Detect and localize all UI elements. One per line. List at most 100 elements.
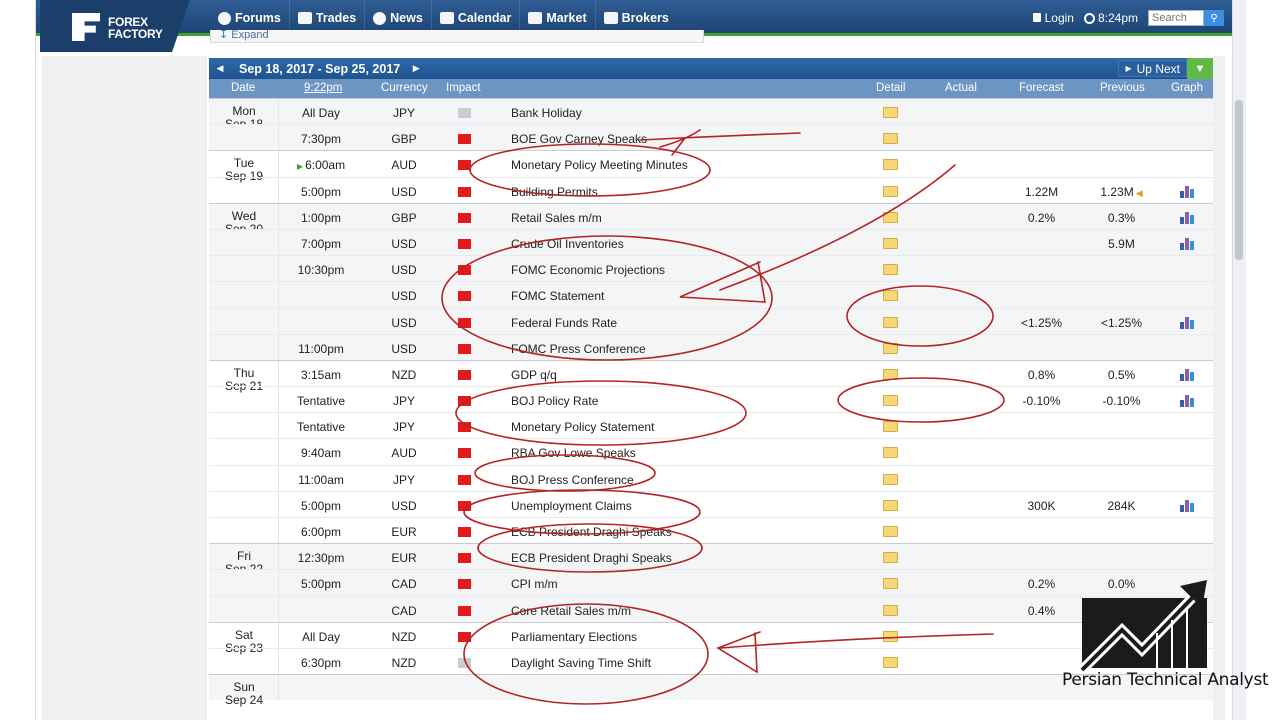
high-impact-icon[interactable] [458,500,471,511]
table-row[interactable]: 5:00pm USD Unemployment Claims 300K 284K [209,490,1213,517]
detail-folder-icon[interactable] [883,133,898,145]
row-event[interactable]: GDP q/q [511,368,557,382]
detail-folder-icon[interactable] [883,342,898,354]
row-event[interactable]: Building Permits [511,185,598,199]
table-row[interactable]: Tue Sep 19 ▶ 6:00am AUD Monetary Policy Meeti… [209,150,1213,183]
detail-folder-icon[interactable] [883,290,898,302]
detail-folder-icon[interactable] [883,473,898,485]
high-impact-icon[interactable] [458,605,471,616]
high-impact-icon[interactable] [458,369,471,380]
row-event[interactable]: ECB President Draghi Speaks [511,525,672,539]
detail-folder-icon[interactable] [883,630,898,642]
row-event[interactable]: FOMC Statement [511,289,604,303]
detail-folder-icon[interactable] [883,552,898,564]
table-row[interactable]: USD Federal Funds Rate <1.25% <1.25% [209,307,1213,334]
detail-folder-icon[interactable] [883,447,898,459]
high-impact-icon[interactable] [458,527,471,537]
detail-folder-icon[interactable] [883,499,898,511]
table-row[interactable]: Tentative JPY Monetary Policy Statement [209,412,1213,439]
graph-icon[interactable] [1180,316,1196,329]
table-row[interactable]: 11:00am JPY BOJ Press Conference [209,464,1213,491]
row-event[interactable]: CPI m/m [511,577,558,591]
detail-folder-icon[interactable] [883,264,898,276]
site-logo[interactable]: FOREX FACTORY [40,0,190,52]
high-impact-icon[interactable] [458,579,471,590]
high-impact-icon[interactable] [458,474,471,485]
row-event[interactable]: BOE Gov Carney Speaks [511,132,647,146]
row-event[interactable]: FOMC Economic Projections [511,263,665,277]
high-impact-icon[interactable] [458,186,471,197]
detail-folder-icon[interactable] [883,526,898,537]
col-time[interactable]: 9:22pm [304,82,342,94]
high-impact-icon[interactable] [458,343,471,354]
high-impact-icon[interactable] [458,265,471,276]
high-impact-icon[interactable] [458,291,471,302]
row-event[interactable]: RBA Gov Lowe Speaks [511,446,636,460]
row-event[interactable]: Retail Sales m/m [511,211,602,225]
row-event[interactable]: Unemployment Claims [511,499,632,513]
table-row[interactable]: FriSep 2212:30pmEURECB President Draghi … [209,543,1213,576]
high-impact-icon[interactable] [458,631,471,642]
table-row[interactable]: WedSep 201:00pmGBPRetail Sales m/m0.2%0.… [209,202,1213,235]
detail-folder-icon[interactable] [883,237,898,249]
login-link[interactable]: Login [1032,11,1074,25]
detail-folder-icon[interactable] [883,185,898,197]
row-event[interactable]: Crude Oil Inventories [511,237,624,251]
revision-flag-icon[interactable]: ◀ [1136,188,1143,198]
graph-icon[interactable] [1180,211,1196,224]
row-event[interactable]: Bank Holiday [511,106,582,120]
high-impact-icon[interactable] [458,396,471,407]
table-row[interactable]: Thu Sep 21 3:15am NZD GDP q/q 0.8% 0.5% [209,359,1213,392]
detail-folder-icon[interactable] [883,421,898,433]
row-event[interactable]: BOJ Policy Rate [511,394,598,408]
row-event[interactable]: ECB President Draghi Speaks [511,551,672,565]
row-event[interactable]: BOJ Press Conference [511,473,634,487]
detail-folder-icon[interactable] [883,368,898,380]
holiday-impact-icon[interactable] [458,108,471,118]
filter-button[interactable]: ▼ [1187,58,1213,79]
prev-week-button[interactable]: ◀ [209,63,231,74]
expand-toggle[interactable]: ↧ Expand [210,30,704,43]
table-row[interactable]: 11:00pm USD FOMC Press Conference [209,333,1213,360]
detail-folder-icon[interactable] [883,578,898,590]
graph-icon[interactable] [1180,185,1196,198]
up-next-button[interactable]: ▶ Up Next [1118,60,1187,77]
table-row[interactable]: 9:40am AUD RBA Gov Lowe Speaks [209,438,1213,465]
high-impact-icon[interactable] [458,134,471,145]
detail-folder-icon[interactable] [883,211,898,223]
graph-icon[interactable] [1180,368,1196,381]
row-event[interactable]: Parliamentary Elections [511,630,637,644]
next-week-button[interactable]: ▶ [408,63,424,74]
row-event[interactable]: Core Retail Sales m/m [511,604,631,618]
row-event[interactable]: Monetary Policy Meeting Minutes [511,158,688,172]
detail-folder-icon[interactable] [883,159,898,171]
table-row[interactable]: Tentative JPY BOJ Policy Rate -0.10% -0.10% [209,386,1213,413]
row-event[interactable]: Monetary Policy Statement [511,420,654,434]
detail-folder-icon[interactable] [883,395,898,407]
scrollbar-thumb[interactable] [1235,100,1243,260]
high-impact-icon[interactable] [458,317,471,328]
graph-icon[interactable] [1180,395,1196,408]
detail-folder-icon[interactable] [883,604,898,616]
table-row[interactable]: 5:00pm USD Building Permits 1.22M 1.23M ◀ [209,176,1213,203]
high-impact-icon[interactable] [458,212,471,223]
table-row[interactable]: 7:30pm GBP BOE Gov Carney Speaks [209,124,1213,151]
high-impact-icon[interactable] [458,422,471,433]
row-event[interactable]: FOMC Press Conference [511,342,646,356]
detail-folder-icon[interactable] [883,316,898,328]
row-event[interactable]: Daylight Saving Time Shift [511,656,651,670]
table-row[interactable]: 7:00pm USD Crude Oil Inventories 5.9M [209,228,1213,256]
clock-display[interactable]: 8:24pm [1083,11,1138,25]
table-row[interactable]: 10:30pm USD FOMC Economic Projections [209,255,1213,282]
search-button[interactable]: ⚲ [1204,10,1224,26]
detail-folder-icon[interactable] [883,656,898,668]
search-input[interactable] [1148,10,1204,26]
table-row[interactable]: MonSep 18All DayJPYBank Holiday [209,98,1213,131]
table-row[interactable]: USD FOMC Statement [209,281,1213,308]
graph-icon[interactable] [1180,237,1196,250]
high-impact-icon[interactable] [458,448,471,459]
high-impact-icon[interactable] [458,553,471,564]
high-impact-icon[interactable] [458,160,471,171]
table-row[interactable]: 6:00pm EUR ECB President Draghi Speaks [209,517,1213,544]
graph-icon[interactable] [1180,499,1196,512]
